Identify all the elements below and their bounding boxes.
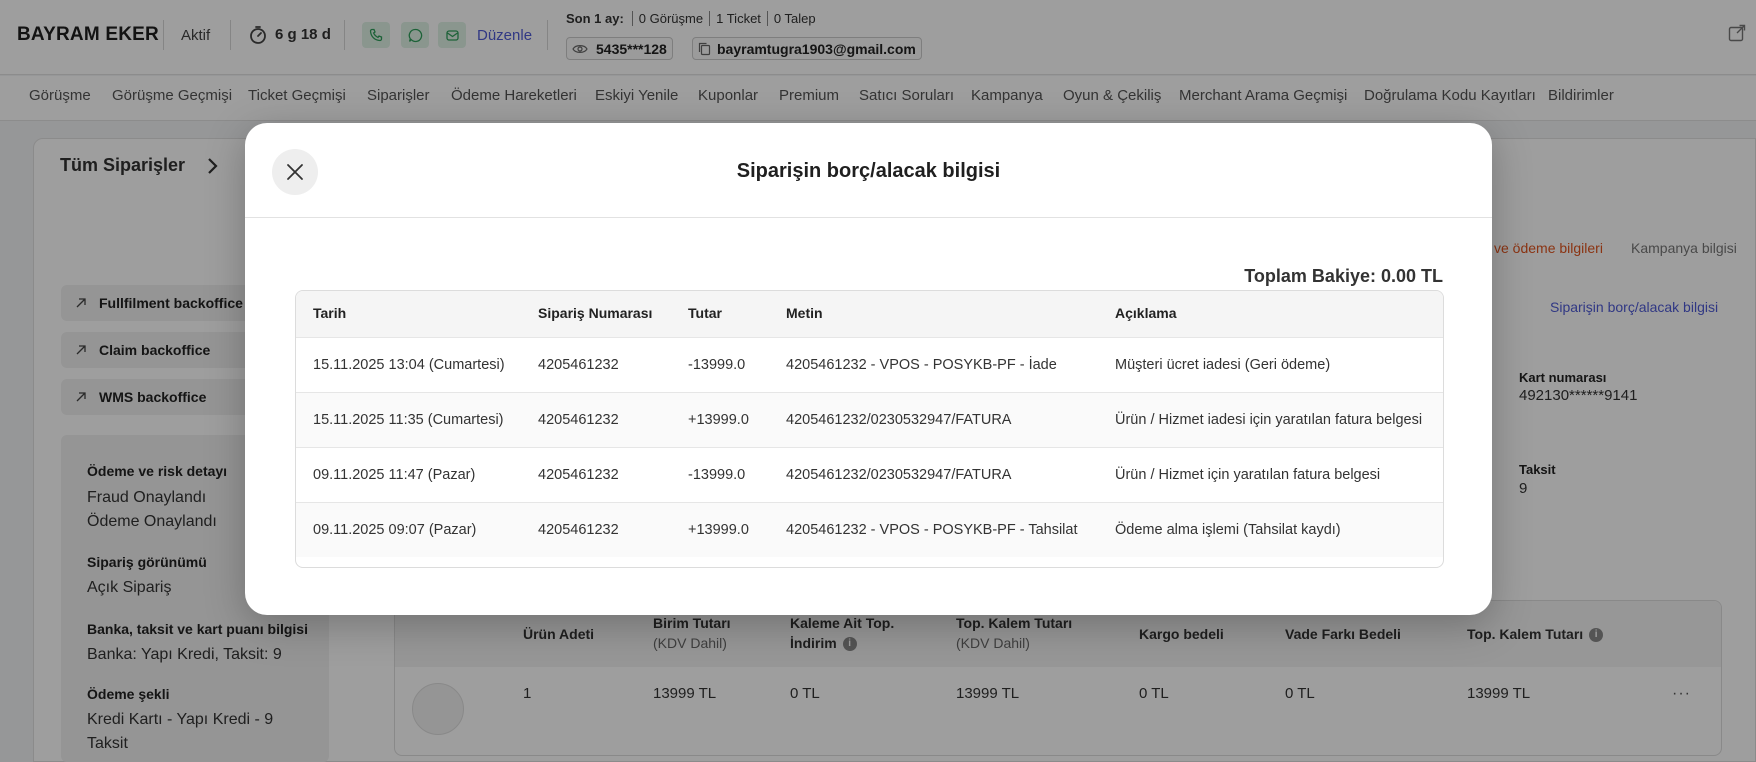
cell-description: Müşteri ücret iadesi (Geri ödeme): [1115, 357, 1331, 373]
cell-amount: +13999.0: [688, 412, 749, 428]
cell-amount: -13999.0: [688, 357, 746, 373]
modal-title: Siparişin borç/alacak bilgisi: [736, 160, 1001, 182]
col-amount: Tutar: [688, 305, 722, 321]
cell-text: 4205461232 - VPOS - POSYKB-PF - İade: [786, 357, 1057, 373]
modal-header: Siparişin borç/alacak bilgisi: [245, 123, 1492, 218]
cell-text: 4205461232 - VPOS - POSYKB-PF - Tahsilat: [786, 522, 1078, 538]
cell-date: 15.11.2025 13:04 (Cumartesi): [313, 357, 505, 373]
cell-amount: +13999.0: [688, 522, 749, 538]
table-row: 15.11.2025 11:35 (Cumartesi) 4205461232 …: [296, 392, 1443, 447]
col-order-number: Sipariş Numarası: [538, 305, 653, 321]
debt-credit-modal: Siparişin borç/alacak bilgisi Toplam Bak…: [245, 123, 1492, 615]
cell-description: Ödeme alma işlemi (Tahsilat kaydı): [1115, 522, 1341, 538]
cell-order-number: 4205461232: [538, 522, 619, 538]
transactions-table: Tarih Sipariş Numarası Tutar Metin Açıkl…: [295, 290, 1444, 568]
col-text: Metin: [786, 305, 823, 321]
cell-order-number: 4205461232: [538, 467, 619, 483]
col-description: Açıklama: [1115, 305, 1177, 321]
cell-text: 4205461232/0230532947/FATURA: [786, 412, 1012, 428]
table-header: Tarih Sipariş Numarası Tutar Metin Açıkl…: [296, 291, 1443, 337]
cell-description: Ürün / Hizmet iadesi için yaratılan fatu…: [1115, 412, 1423, 428]
cell-order-number: 4205461232: [538, 412, 619, 428]
table-row: 09.11.2025 09:07 (Pazar) 4205461232 +139…: [296, 502, 1443, 557]
cell-amount: -13999.0: [688, 467, 746, 483]
cell-date: 09.11.2025 11:47 (Pazar): [313, 467, 476, 483]
cell-date: 09.11.2025 09:07 (Pazar): [313, 522, 477, 538]
total-balance: Toplam Bakiye: 0.00 TL: [1244, 266, 1443, 286]
cell-text: 4205461232/0230532947/FATURA: [786, 467, 1012, 483]
cell-description: Ürün / Hizmet için yaratılan fatura belg…: [1115, 467, 1381, 483]
cell-date: 15.11.2025 11:35 (Cumartesi): [313, 412, 504, 428]
col-date: Tarih: [313, 305, 347, 321]
table-row: 09.11.2025 11:47 (Pazar) 4205461232 -139…: [296, 447, 1443, 502]
table-row: 15.11.2025 13:04 (Cumartesi) 4205461232 …: [296, 337, 1443, 392]
cell-order-number: 4205461232: [538, 357, 619, 373]
